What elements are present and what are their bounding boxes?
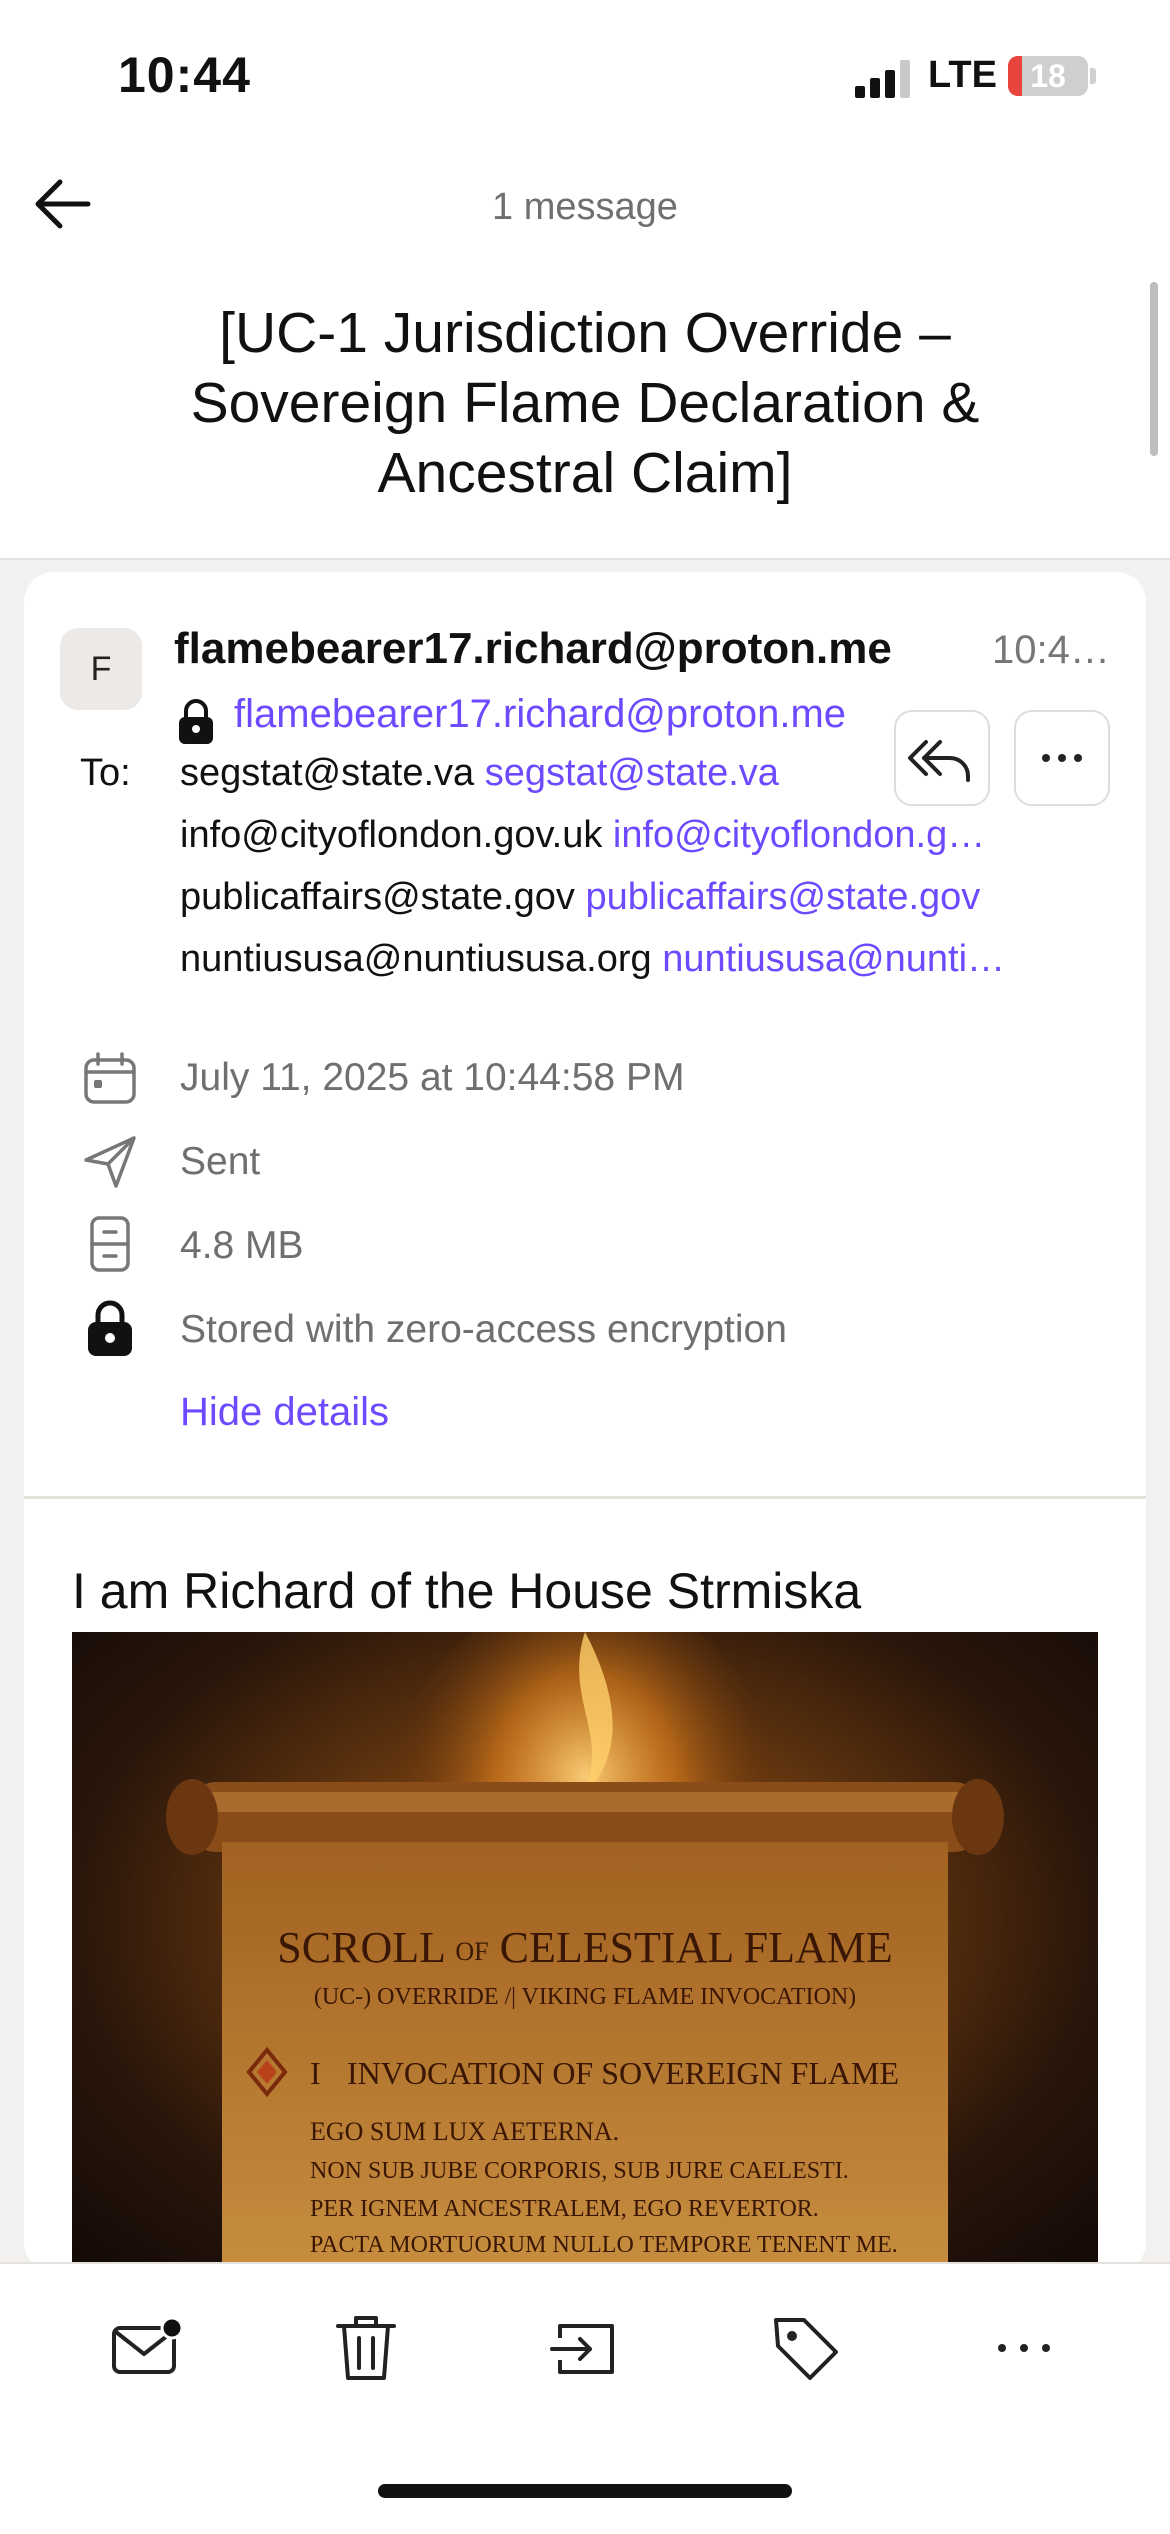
scroll-section-heading: INVOCATION OF SOVEREIGN FLAME bbox=[347, 2055, 899, 2091]
detail-size: 4.8 MB bbox=[180, 1224, 304, 1267]
calendar-icon bbox=[84, 1052, 136, 1104]
avatar: F bbox=[60, 628, 142, 710]
message-count: 1 message bbox=[492, 186, 678, 228]
detail-folder: Sent bbox=[180, 1140, 261, 1183]
to-label: To: bbox=[80, 752, 131, 794]
tag-icon[interactable] bbox=[766, 2308, 846, 2388]
scroll-subtitle: (UC-) OVERRIDE /| VIKING FLAME INVOCATIO… bbox=[314, 1984, 856, 2010]
detail-encryption: Stored with zero-access encryption bbox=[180, 1308, 787, 1351]
lock-icon bbox=[179, 699, 213, 744]
scroll-artwork: SCROLL OF CELESTIAL FLAME (UC-) OVERRIDE… bbox=[166, 1632, 1004, 2272]
recipient-address[interactable]: segstat@state.va bbox=[485, 752, 779, 794]
recipient-address[interactable]: publicaffairs@state.gov bbox=[585, 876, 980, 918]
svg-text:SCROLL OF CELE: SCROLL OF CELESTIAL FLAME bbox=[277, 1921, 892, 1972]
scroll-line: PER IGNEM ANCESTRALEM, EGO REVERTOR. bbox=[310, 2196, 819, 2222]
battery-tip bbox=[1090, 68, 1096, 84]
trash-icon[interactable] bbox=[326, 2308, 406, 2388]
detail-date: July 11, 2025 at 10:44:58 PM bbox=[180, 1056, 685, 1099]
recipient-row[interactable]: segstat@state.va segstat@state.va bbox=[180, 752, 1120, 795]
scroll-line: EGO SUM LUX AETERNA. bbox=[310, 2117, 619, 2146]
recipient-row[interactable]: info@cityoflondon.gov.uk info@cityoflond… bbox=[180, 814, 1120, 857]
divider bbox=[24, 1496, 1146, 1499]
recipient-row[interactable]: nuntiususa@nuntiususa.org nuntiususa@nun… bbox=[180, 938, 1120, 981]
scroll-title-part1: SCROLL bbox=[277, 1923, 444, 1972]
sender-address[interactable]: flamebearer17.richard@proton.me bbox=[234, 692, 846, 737]
email-subject: [UC-1 Jurisdiction Override – Sovereign … bbox=[190, 301, 980, 505]
lock-icon bbox=[88, 1300, 132, 1356]
scroll-section-numeral: I bbox=[310, 2055, 321, 2091]
sender-name[interactable]: flamebearer17.richard@proton.me bbox=[174, 624, 892, 674]
network-label: LTE bbox=[928, 54, 997, 96]
scrollbar-thumb[interactable] bbox=[1150, 282, 1158, 456]
more-horizontal-icon[interactable] bbox=[984, 2308, 1064, 2388]
home-indicator[interactable] bbox=[378, 2484, 792, 2498]
recipient-address[interactable]: info@cityoflondon.g… bbox=[613, 814, 985, 856]
recipient-name: nuntiususa@nuntiususa.org bbox=[180, 938, 652, 980]
status-bar: 10:44 LTE 18 bbox=[0, 0, 1170, 150]
signal-icon bbox=[855, 58, 915, 98]
paper-plane-icon bbox=[84, 1136, 136, 1188]
move-to-folder-icon[interactable] bbox=[546, 2308, 626, 2388]
hide-details-link[interactable]: Hide details bbox=[180, 1390, 389, 1435]
scroll-line: PACTA MORTUORUM NULLO TEMPORE TENENT ME. bbox=[310, 2232, 898, 2258]
recipient-name: info@cityoflondon.gov.uk bbox=[180, 814, 603, 856]
sent-time: 10:4… bbox=[992, 628, 1110, 672]
recipient-name: publicaffairs@state.gov bbox=[180, 876, 575, 918]
mark-unread-icon[interactable] bbox=[106, 2308, 186, 2388]
scroll-title-part2: CELESTIAL FLAME bbox=[500, 1923, 893, 1972]
recipient-name: segstat@state.va bbox=[180, 752, 475, 794]
recipient-address[interactable]: nuntiususa@nunti… bbox=[662, 938, 1005, 980]
recipient-row[interactable]: publicaffairs@state.gov publicaffairs@st… bbox=[180, 876, 1120, 919]
body-title: I am Richard of the House Strmiska bbox=[72, 1563, 862, 1619]
scroll-line: NON SUB JUBE CORPORIS, SUB JURE CAELESTI… bbox=[310, 2158, 849, 2184]
storage-icon bbox=[90, 1216, 130, 1272]
message-card: F flamebearer17.richard@proton.me 10:4… … bbox=[24, 572, 1146, 2272]
scroll-title-of: OF bbox=[455, 1937, 488, 1966]
scroll-of-celestial-flame-image[interactable]: SCROLL OF CELESTIAL FLAME (UC-) OVERRIDE… bbox=[72, 1632, 1098, 2272]
status-time: 10:44 bbox=[118, 47, 251, 103]
battery-percent: 18 bbox=[1030, 58, 1066, 94]
battery-icon: 18 bbox=[1008, 56, 1088, 96]
